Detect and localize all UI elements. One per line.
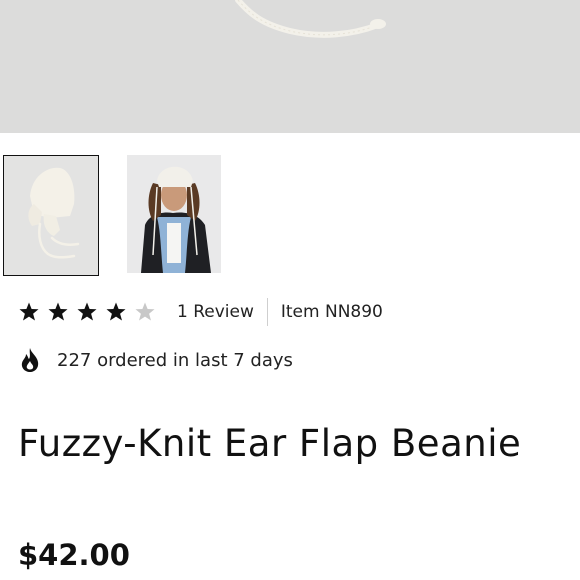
beanie-image bbox=[4, 156, 97, 274]
main-product-image[interactable] bbox=[0, 0, 580, 133]
star-filled-icon bbox=[47, 301, 69, 323]
hero-tie-string bbox=[235, 0, 386, 38]
product-title: Fuzzy-Knit Ear Flap Beanie bbox=[18, 422, 522, 465]
fire-icon bbox=[18, 347, 42, 373]
rating-row: 1 Review Item NN890 bbox=[18, 296, 383, 328]
popularity-row: 227 ordered in last 7 days bbox=[18, 344, 293, 376]
product-price: $42.00 bbox=[18, 538, 130, 572]
star-filled-icon bbox=[105, 301, 127, 323]
ordered-count-text: 227 ordered in last 7 days bbox=[57, 349, 293, 371]
thumbnail-beanie-model[interactable] bbox=[127, 155, 221, 273]
thumbnail-beanie-product[interactable] bbox=[3, 155, 99, 276]
star-filled-icon bbox=[76, 301, 98, 323]
item-number: Item NN890 bbox=[280, 302, 383, 322]
divider bbox=[266, 298, 268, 326]
star-empty-icon bbox=[134, 301, 156, 323]
reviews-link[interactable]: 1 Review bbox=[177, 302, 254, 322]
model-image bbox=[127, 155, 221, 273]
star-rating[interactable] bbox=[18, 301, 163, 323]
star-filled-icon bbox=[18, 301, 40, 323]
